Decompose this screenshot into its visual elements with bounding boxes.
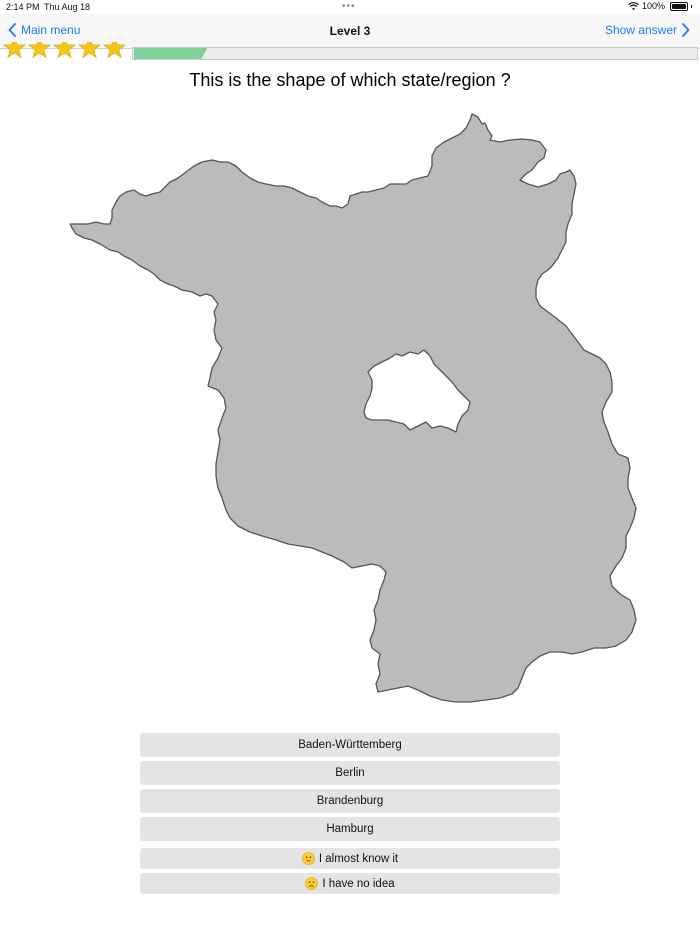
- option-label: I almost know it: [318, 852, 399, 865]
- confused-face-icon: [302, 852, 315, 865]
- star-icon: [3, 42, 26, 59]
- multitasking-dots[interactable]: •••: [342, 1, 356, 12]
- star-rating: [3, 42, 126, 59]
- brandenburg-shape: [69, 113, 637, 703]
- disappointed-face-icon: [305, 877, 319, 890]
- answer-button[interactable]: Berlin: [140, 761, 560, 785]
- battery-tip: [691, 4, 692, 8]
- level-title: Level 3: [329, 24, 371, 38]
- status-bar: 2:14 PM Thu Aug 18 ••• 100%: [0, 0, 700, 14]
- answer-options: Baden-Württemberg Berlin Brandenburg Hambur…: [140, 733, 560, 845]
- question-text: This is the shape of which state/region …: [189, 70, 511, 90]
- region-shape-map: [69, 113, 637, 703]
- answer-button[interactable]: Hamburg: [140, 817, 560, 841]
- status-date: Thu Aug 18: [44, 2, 91, 12]
- show-answer-label: Show answer: [604, 23, 677, 37]
- extra-options: I almost know it I have no idea: [140, 848, 560, 898]
- status-time: 2:14 PM: [6, 2, 40, 12]
- star-icon: [53, 42, 76, 59]
- quiz-screen: 2:14 PM Thu Aug 18 ••• 100% Main menu Le…: [0, 0, 700, 934]
- option-label: I have no idea: [322, 877, 395, 890]
- battery-icon: [670, 1, 688, 11]
- star-icon: [78, 42, 101, 59]
- star-icon: [103, 42, 126, 59]
- almost-know-button[interactable]: I almost know it: [140, 848, 560, 869]
- answer-button[interactable]: Baden-Württemberg: [140, 733, 560, 757]
- status-indicators: 100%: [628, 1, 692, 11]
- no-idea-button[interactable]: I have no idea: [140, 873, 560, 894]
- answer-button[interactable]: Brandenburg: [140, 789, 560, 813]
- battery-percentage: 100%: [641, 1, 665, 11]
- progress-bar: [132, 47, 698, 60]
- show-answer-button[interactable]: Show answer: [605, 23, 690, 37]
- star-icon: [28, 42, 51, 59]
- progress-fill: [134, 48, 207, 59]
- wifi-icon: [628, 2, 639, 10]
- chevron-right-icon: [682, 23, 690, 37]
